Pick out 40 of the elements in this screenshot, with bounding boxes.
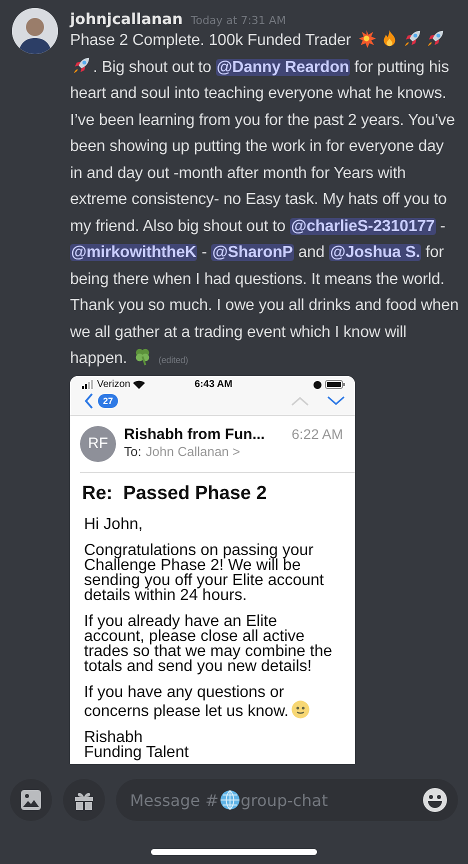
timestamp: Today at 7:31 AM xyxy=(190,14,286,27)
rocket-icon xyxy=(403,29,422,48)
mention-link[interactable]: @SharonP xyxy=(211,244,294,261)
rocket-icon xyxy=(72,56,91,74)
mention-link[interactable]: @mirkowiththeK xyxy=(70,244,198,261)
carrier-name: Verizon xyxy=(97,378,130,390)
globe-icon xyxy=(220,790,240,810)
message-text: Phase 2 Complete. 100k Funded Trader . Big shout out to @Danny Reardon for putting his heart and soul into teaching everyone what he knows. I’ve been learning from you for the past 2 years. You’ve been showing up putting the work in for everyone day in and day out -month after month for Years with extreme consistency- no Easy task. My hats off you to my friend. Also big shout out to @charlieS-2310177 - @mirkowiththeK - @SharonP and @Joshua S. for being there when I had questions. It means the world. Thank you so much. I owe you all drinks and food when we all gather at a trading event which I know will happen. (edited) xyxy=(70,28,460,374)
mention-link[interactable]: @Danny Reardon xyxy=(216,58,350,76)
mention-link[interactable]: @charlieS-2310177 xyxy=(290,218,436,234)
gift-button[interactable] xyxy=(63,779,105,821)
sender-avatar: RF xyxy=(80,426,116,462)
signature-line: Rishabh xyxy=(84,730,144,744)
email-paragraph: If you have any questions or concerns please let us know. xyxy=(84,684,341,718)
edited-label: (edited) xyxy=(158,355,188,365)
explosion-icon xyxy=(357,29,376,48)
unread-badge: 27 xyxy=(98,394,118,408)
channel-name: group-chat xyxy=(240,790,328,810)
avatar[interactable] xyxy=(12,8,58,54)
wifi-icon xyxy=(133,380,146,388)
email-paragraph: If you already have an Elite account, please close all active trades so that we may combine the totals and send you new details! xyxy=(84,614,334,674)
image-icon xyxy=(20,789,42,811)
smiley-icon xyxy=(290,700,310,718)
signature-line: Funding Talent xyxy=(84,744,190,760)
signal-icon xyxy=(82,380,94,388)
email-subject: Re: Passed Phase 2 xyxy=(81,482,268,506)
placeholder-text: Message # xyxy=(130,790,219,810)
to-label: To: xyxy=(124,444,142,459)
emoji-icon[interactable] xyxy=(422,787,448,813)
username[interactable]: johnjcallanan xyxy=(70,10,183,28)
mention-link[interactable]: @Joshua S. xyxy=(328,244,422,261)
email-paragraph: Congratulations on passing your Challenge Phase 2! We will be sending you off your Elite account details within 24 hours. xyxy=(84,542,325,602)
rocket-icon xyxy=(426,29,446,48)
email-paragraph: Hi John, xyxy=(84,516,144,532)
clock-time: 6:43 AM xyxy=(194,378,232,390)
battery-icon xyxy=(324,380,345,388)
sender-name: Rishabh from Fun... xyxy=(124,426,265,443)
image-button[interactable] xyxy=(10,779,52,821)
email-time: 6:22 AM xyxy=(292,426,343,443)
back-icon[interactable] xyxy=(84,392,94,408)
